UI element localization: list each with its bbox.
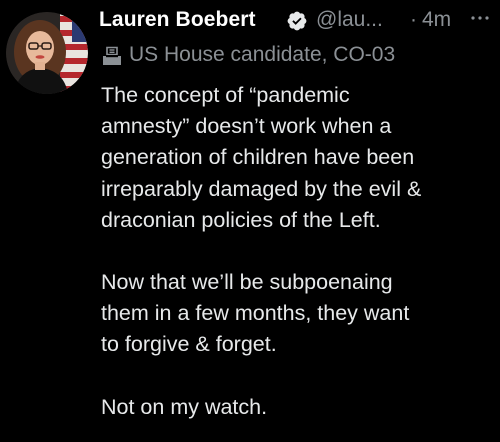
- tweet-header: Lauren Boebert @lau... · 4m: [99, 6, 494, 38]
- tweet-line: The concept of “pandemic: [101, 83, 350, 107]
- author-name[interactable]: Lauren Boebert: [99, 8, 256, 32]
- tweet-timestamp[interactable]: 4m: [422, 8, 451, 32]
- tweet-text: The concept of “pandemic amnesty” doesn’…: [101, 80, 486, 423]
- tweet-line: generation of children have been: [101, 145, 415, 170]
- tweet-line: draconian policies of the Left.: [101, 207, 381, 232]
- tweet-paragraph: Now that we’ll be subpoenaing them in a …: [101, 267, 486, 361]
- tweet-line: amnesty” doesn’t work when a: [101, 114, 392, 139]
- avatar[interactable]: [6, 12, 88, 94]
- tweet-line: Not on my watch.: [101, 394, 268, 419]
- tweet-line: Now that we’ll be subpoenaing: [101, 270, 393, 295]
- profile-photo-icon: [6, 12, 88, 94]
- tweet-paragraph: Not on my watch.: [101, 392, 486, 423]
- tweet[interactable]: Lauren Boebert @lau... · 4m US House can…: [0, 0, 500, 442]
- account-label-text: US House candidate, CO-03: [129, 43, 396, 66]
- tweet-line: irreparably damaged by the evil &: [101, 176, 422, 201]
- header-separator: ·: [410, 8, 417, 31]
- ballot-box-icon: [103, 46, 121, 65]
- more-options-icon[interactable]: [469, 12, 491, 24]
- tweet-paragraph: The concept of “pandemic amnesty” doesn’…: [101, 80, 486, 236]
- tweet-line: them in a few months, they want: [101, 301, 410, 326]
- author-handle[interactable]: @lau...: [316, 8, 383, 32]
- tweet-line: to forgive & forget.: [101, 332, 277, 357]
- verified-badge-icon: [287, 11, 307, 31]
